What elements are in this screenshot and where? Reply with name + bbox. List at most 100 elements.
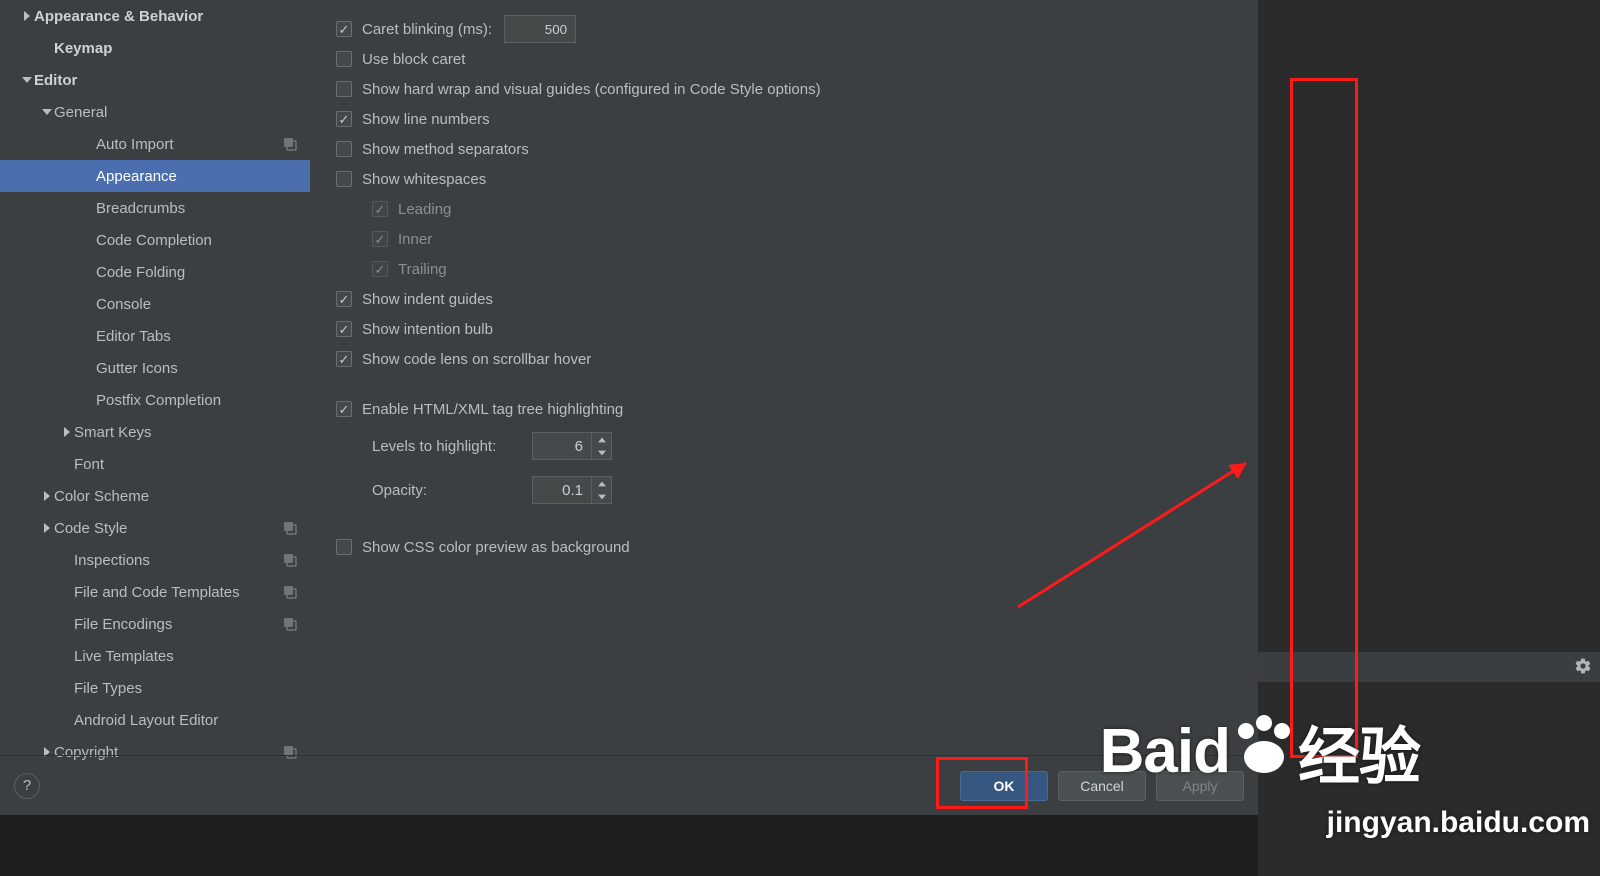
label-hard-wrap: Show hard wrap and visual guides (config…	[362, 81, 821, 98]
spinner-up-icon[interactable]	[592, 433, 611, 446]
label-indent-guides: Show indent guides	[362, 291, 493, 308]
watermark-text: Baid	[1100, 716, 1230, 787]
checkbox-block-caret[interactable]	[336, 51, 352, 67]
chevron-down-icon	[40, 107, 54, 117]
watermark-text-cn: 经验	[1298, 706, 1420, 796]
sidebar-item-label: File Types	[74, 680, 298, 697]
chevron-right-icon	[40, 523, 54, 533]
ok-button[interactable]: OK	[960, 771, 1048, 801]
sidebar-item[interactable]: Color Scheme	[0, 480, 310, 512]
sidebar-item-label: Code Completion	[96, 232, 298, 249]
input-caret-blinking-ms[interactable]	[504, 15, 576, 43]
watermark: Baid 经验 jingyan.baidu.com	[1100, 706, 1420, 796]
sidebar-item-label: Gutter Icons	[96, 360, 298, 377]
sidebar-item[interactable]: Keymap	[0, 32, 310, 64]
project-override-icon	[282, 616, 298, 632]
label-leading: Leading	[398, 201, 451, 218]
checkbox-caret-blinking[interactable]	[336, 21, 352, 37]
checkbox-line-numbers[interactable]	[336, 111, 352, 127]
checkbox-method-separators[interactable]	[336, 141, 352, 157]
project-override-icon	[282, 552, 298, 568]
checkbox-indent-guides[interactable]	[336, 291, 352, 307]
sidebar-item[interactable]: Android Layout Editor	[0, 704, 310, 736]
label-intention-bulb: Show intention bulb	[362, 321, 493, 338]
sidebar-item-label: File Encodings	[74, 616, 282, 633]
sidebar-item[interactable]: File Encodings	[0, 608, 310, 640]
sidebar-item[interactable]: Postfix Completion	[0, 384, 310, 416]
sidebar-item[interactable]: Gutter Icons	[0, 352, 310, 384]
sidebar-item[interactable]: Editor	[0, 64, 310, 96]
sidebar-item[interactable]: Console	[0, 288, 310, 320]
project-override-icon	[282, 136, 298, 152]
label-block-caret: Use block caret	[362, 51, 465, 68]
input-levels[interactable]	[533, 433, 591, 459]
watermark-url: jingyan.baidu.com	[1327, 806, 1590, 840]
label-code-lens: Show code lens on scrollbar hover	[362, 351, 591, 368]
label-opacity: Opacity:	[372, 482, 532, 499]
label-caret-blinking: Caret blinking (ms):	[362, 21, 492, 38]
label-html-highlight: Enable HTML/XML tag tree highlighting	[362, 401, 623, 418]
checkbox-whitespaces[interactable]	[336, 171, 352, 187]
label-line-numbers: Show line numbers	[362, 111, 490, 128]
sidebar-item[interactable]: Code Style	[0, 512, 310, 544]
sidebar-item[interactable]: Code Completion	[0, 224, 310, 256]
label-method-separators: Show method separators	[362, 141, 529, 158]
label-inner: Inner	[398, 231, 432, 248]
spinner-levels[interactable]	[532, 432, 612, 460]
spinner-down-icon[interactable]	[592, 490, 611, 503]
sidebar-item-label: Code Folding	[96, 264, 298, 281]
sidebar-item[interactable]: File and Code Templates	[0, 576, 310, 608]
checkbox-hard-wrap[interactable]	[336, 81, 352, 97]
sidebar-item-label: Font	[74, 456, 298, 473]
checkbox-leading	[372, 201, 388, 217]
sidebar-item-label: Live Templates	[74, 648, 298, 665]
gear-icon[interactable]	[1574, 657, 1592, 679]
spinner-down-icon[interactable]	[592, 446, 611, 459]
chevron-down-icon	[20, 75, 34, 85]
settings-content: Caret blinking (ms): Use block caret Sho…	[316, 0, 1258, 815]
spinner-up-icon[interactable]	[592, 477, 611, 490]
sidebar-item[interactable]: General	[0, 96, 310, 128]
sidebar-item-label: General	[54, 104, 298, 121]
sidebar-item[interactable]: Font	[0, 448, 310, 480]
sidebar-item[interactable]: File Types	[0, 672, 310, 704]
checkbox-inner	[372, 231, 388, 247]
sidebar-item[interactable]: Breadcrumbs	[0, 192, 310, 224]
sidebar-item-label: Appearance	[96, 168, 298, 185]
checkbox-intention-bulb[interactable]	[336, 321, 352, 337]
sidebar-item[interactable]: Code Folding	[0, 256, 310, 288]
sidebar-item-label: Editor	[34, 72, 298, 89]
chevron-right-icon	[40, 491, 54, 501]
sidebar-item-label: Appearance & Behavior	[34, 8, 298, 25]
chevron-right-icon	[60, 427, 74, 437]
dialog-footer: ? OK Cancel Apply	[0, 755, 1258, 815]
sidebar-item[interactable]: Appearance	[0, 160, 310, 192]
sidebar-item-label: Color Scheme	[54, 488, 298, 505]
sidebar-item-label: Console	[96, 296, 298, 313]
spinner-opacity[interactable]	[532, 476, 612, 504]
sidebar-item[interactable]: Auto Import	[0, 128, 310, 160]
project-override-icon	[282, 584, 298, 600]
label-css-preview: Show CSS color preview as background	[362, 539, 630, 556]
label-trailing: Trailing	[398, 261, 447, 278]
project-override-icon	[282, 520, 298, 536]
sidebar-item[interactable]: Inspections	[0, 544, 310, 576]
settings-tree[interactable]: Appearance & Behavior Keymap Editor General…	[0, 0, 310, 815]
help-button[interactable]: ?	[14, 773, 40, 799]
checkbox-css-preview[interactable]	[336, 539, 352, 555]
sidebar-item[interactable]: Appearance & Behavior	[0, 0, 310, 32]
checkbox-trailing	[372, 261, 388, 277]
sidebar-item-label: Breadcrumbs	[96, 200, 298, 217]
sidebar-item[interactable]: Editor Tabs	[0, 320, 310, 352]
sidebar-item-label: Inspections	[74, 552, 282, 569]
sidebar-item[interactable]: Smart Keys	[0, 416, 310, 448]
sidebar-item[interactable]: Live Templates	[0, 640, 310, 672]
sidebar-item-label: File and Code Templates	[74, 584, 282, 601]
label-whitespaces: Show whitespaces	[362, 171, 486, 188]
input-opacity[interactable]	[533, 477, 591, 503]
sidebar-item-label: Smart Keys	[74, 424, 298, 441]
chevron-right-icon	[20, 11, 34, 21]
checkbox-html-highlight[interactable]	[336, 401, 352, 417]
sidebar-item-label: Keymap	[54, 40, 298, 57]
checkbox-code-lens[interactable]	[336, 351, 352, 367]
